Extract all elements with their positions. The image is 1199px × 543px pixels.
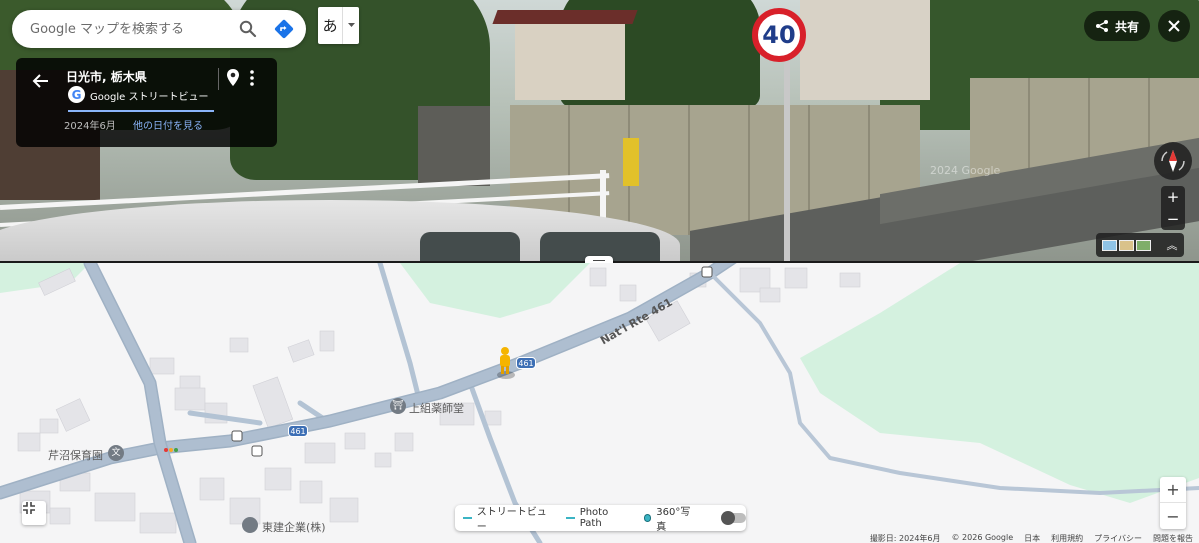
street-view-zoom-control: + − (1161, 186, 1185, 230)
sv-zoom-in-button[interactable]: + (1161, 186, 1185, 208)
layers-bar: ︽ (1096, 233, 1184, 257)
input-method-selector[interactable]: あ (318, 7, 359, 44)
poi-label-company[interactable]: 東建企業(株) (262, 519, 326, 535)
legend-360-label: 360°写真 (656, 507, 691, 533)
map-zoom-in-button[interactable]: + (1160, 477, 1186, 503)
back-arrow-icon (32, 74, 48, 88)
legend-street-view: ストリートビュー (463, 503, 554, 533)
search-box (12, 10, 306, 48)
location-pin-icon (227, 69, 239, 86)
terrain-layer-thumb[interactable] (1119, 239, 1134, 251)
poi-label-nursery[interactable]: 芹沼保育園 (48, 447, 103, 463)
location-pin-button[interactable] (224, 68, 242, 88)
copyright-text: © 2026 Google (951, 533, 1014, 542)
compass-button[interactable] (1154, 142, 1192, 180)
legend-360-photo: 360°写真 (643, 503, 699, 533)
map-canvas (0, 263, 1199, 543)
see-other-dates-link[interactable]: 他の日付を見る (133, 117, 203, 132)
sv-zoom-out-button[interactable]: − (1161, 208, 1185, 230)
fullscreen-map-button[interactable] (22, 501, 46, 525)
source-underline (68, 110, 214, 112)
business-pin-icon[interactable] (244, 519, 256, 531)
input-method-label: あ (322, 17, 338, 35)
school-icon[interactable]: 文 (109, 446, 123, 460)
satellite-layer-thumb[interactable] (1102, 239, 1117, 251)
legend-photo-path-label: Photo Path (579, 507, 609, 529)
map-layer-thumb[interactable] (1136, 239, 1151, 251)
compass-icon (1161, 150, 1185, 172)
search-button[interactable] (230, 11, 266, 47)
speed-limit-sign: 40 (752, 8, 806, 62)
share-icon (1095, 20, 1108, 32)
search-input[interactable] (30, 21, 230, 37)
street-view-line-icon (463, 517, 472, 519)
close-icon (1168, 20, 1180, 32)
more-vert-icon (250, 70, 254, 86)
location-info-card: 日光市, 栃木県 G Google ストリートビュー 2024年6月 他の日付を… (16, 58, 277, 147)
directions-button[interactable] (266, 11, 302, 47)
legend-photo-path: Photo Path (566, 507, 632, 529)
chevron-down-icon (342, 7, 359, 44)
close-street-view-button[interactable] (1158, 10, 1190, 42)
more-options-button[interactable] (245, 68, 259, 88)
country-link[interactable]: 日本 (1024, 533, 1040, 543)
poi-label-temple[interactable]: 上組薬師堂 (409, 400, 464, 416)
terms-link[interactable]: 利用規約 (1051, 533, 1083, 543)
map-zoom-control: + − (1160, 477, 1186, 529)
share-label: 共有 (1114, 19, 1139, 34)
attribution-bar: 撮影日: 2024年6月 © 2026 Google 日本 利用規約 プライバシ… (870, 533, 1193, 543)
imagery-source: Google ストリートビュー (90, 92, 209, 103)
panorama-watermark: 2024 Google (930, 164, 1001, 177)
map-zoom-out-button[interactable]: − (1160, 503, 1186, 529)
google-logo-icon: G (68, 86, 85, 103)
chevron-up-icon[interactable]: ︽ (1160, 237, 1184, 253)
collapse-icon (23, 502, 35, 514)
coverage-toggle[interactable] (720, 511, 746, 525)
route-shield: 461 (516, 357, 536, 369)
privacy-link[interactable]: プライバシー (1094, 533, 1142, 543)
map-view[interactable]: Nat'l Rte 461 461 461 ⛩ 上組薬師堂 文 芹沼保育園 東建… (0, 263, 1199, 543)
capture-date: 2024年6月 (64, 121, 116, 132)
card-divider (218, 68, 219, 90)
share-button[interactable]: 共有 (1084, 11, 1150, 41)
back-button[interactable] (30, 70, 52, 92)
temple-icon[interactable]: ⛩ (391, 399, 405, 413)
route-shield: 461 (288, 425, 308, 437)
directions-icon (274, 19, 294, 39)
report-problem-link[interactable]: 問題を報告 (1153, 533, 1193, 543)
legend-street-view-label: ストリートビュー (476, 507, 547, 533)
imagery-date-text: 撮影日: 2024年6月 (869, 534, 941, 543)
photo-path-line-icon (566, 517, 575, 519)
search-icon (239, 20, 257, 38)
place-name: 日光市, 栃木県 (66, 70, 147, 84)
photo-360-dot-icon (643, 514, 652, 522)
street-view-legend: ストリートビュー Photo Path 360°写真 (455, 503, 746, 533)
